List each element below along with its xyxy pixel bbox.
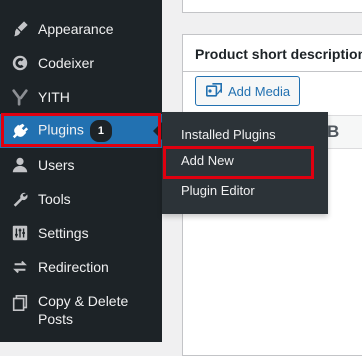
yith-icon (10, 87, 30, 107)
sidebar-item-copy-delete-posts[interactable]: Copy & Delete Posts (0, 292, 162, 332)
sidebar-item-label: YITH (38, 89, 70, 105)
content-top-panel (182, 0, 362, 13)
paintbrush-icon (10, 19, 30, 39)
add-media-button[interactable]: Add Media (195, 76, 300, 106)
panel-header: Product short description (183, 35, 362, 72)
sidebar-item-plugins[interactable]: Plugins 1 (0, 114, 162, 148)
add-media-label: Add Media (228, 83, 291, 99)
plugin-icon (10, 121, 30, 141)
sidebar-item-label: Settings (38, 225, 89, 241)
panel-title: Product short description (195, 46, 362, 62)
users-icon (10, 155, 30, 175)
sidebar-item-label: Plugins 1 (38, 120, 112, 142)
codeixer-icon (10, 53, 30, 73)
sidebar-item-label: Tools (38, 191, 71, 207)
sidebar-item-tools[interactable]: Tools (0, 182, 162, 216)
sidebar-item-label: Appearance (38, 21, 114, 37)
copy-icon (10, 293, 30, 313)
sidebar-item-label: Copy & Delete Posts (38, 292, 128, 328)
update-count-badge: 1 (89, 120, 112, 142)
bold-button[interactable]: B (327, 122, 339, 142)
sidebar-item-label: Users (38, 157, 75, 173)
sidebar-item-label: Redirection (38, 259, 109, 275)
plugins-label: Plugins (38, 121, 84, 138)
admin-sidebar: Appearance Codeixer YITH Plugins 1 Users … (0, 0, 162, 342)
sidebar-item-label-line1: Copy & Delete (38, 293, 129, 309)
wrench-icon (10, 189, 30, 209)
sidebar-item-appearance[interactable]: Appearance (0, 12, 162, 46)
sidebar-item-label-line2: Posts (38, 311, 74, 327)
settings-sliders-icon (10, 223, 30, 243)
sidebar-item-settings[interactable]: Settings (0, 216, 162, 250)
active-arrow-indicator (153, 122, 162, 140)
sidebar-item-codeixer[interactable]: Codeixer (0, 46, 162, 80)
sidebar-item-users[interactable]: Users (0, 148, 162, 182)
sidebar-item-redirection[interactable]: Redirection (0, 250, 162, 284)
sidebar-item-yith[interactable]: YITH (0, 80, 162, 114)
submenu-add-new[interactable]: Add New (181, 153, 234, 168)
submenu-plugin-editor[interactable]: Plugin Editor (181, 183, 255, 198)
plugins-flyout-submenu: Installed Plugins Add New Plugin Editor (162, 112, 328, 214)
media-icon (206, 83, 222, 99)
submenu-installed-plugins[interactable]: Installed Plugins (181, 127, 276, 142)
redirection-icon (10, 257, 30, 277)
sidebar-item-label: Codeixer (38, 55, 95, 71)
